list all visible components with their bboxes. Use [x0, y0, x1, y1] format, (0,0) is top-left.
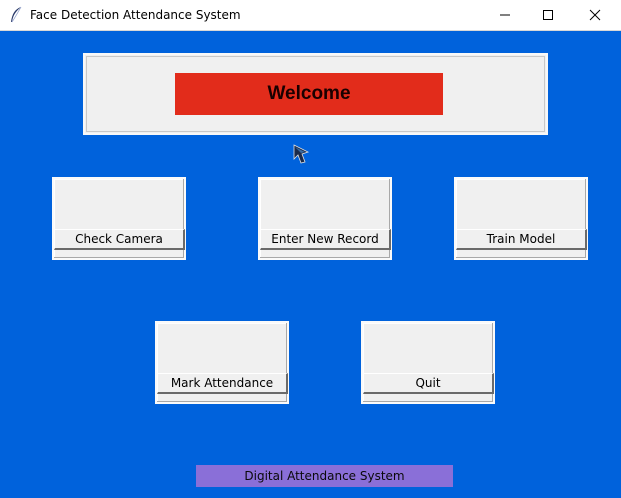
welcome-label: Welcome: [175, 73, 443, 115]
mark-attendance-card: Mark Attendance: [155, 321, 289, 404]
enter-new-record-card: Enter New Record: [258, 177, 392, 260]
train-model-card: Train Model: [454, 177, 588, 260]
close-button[interactable]: [572, 0, 618, 31]
minimize-icon: [500, 14, 510, 16]
quit-card: Quit: [361, 321, 495, 404]
close-icon: [589, 9, 601, 21]
feather-icon: [11, 6, 22, 23]
maximize-button[interactable]: [525, 0, 571, 31]
footer-label: Digital Attendance System: [196, 465, 453, 487]
check-camera-button[interactable]: Check Camera: [54, 229, 185, 250]
enter-new-record-button[interactable]: Enter New Record: [260, 229, 391, 250]
quit-button[interactable]: Quit: [363, 373, 494, 394]
window-title: Face Detection Attendance System: [30, 8, 241, 22]
check-camera-card: Check Camera: [52, 177, 186, 260]
minimize-button[interactable]: [482, 0, 528, 31]
train-model-button[interactable]: Train Model: [456, 229, 587, 250]
maximize-icon: [543, 10, 553, 20]
mouse-cursor-icon: [293, 144, 310, 164]
mark-attendance-button[interactable]: Mark Attendance: [157, 373, 288, 394]
title-bar[interactable]: Face Detection Attendance System: [0, 0, 621, 31]
